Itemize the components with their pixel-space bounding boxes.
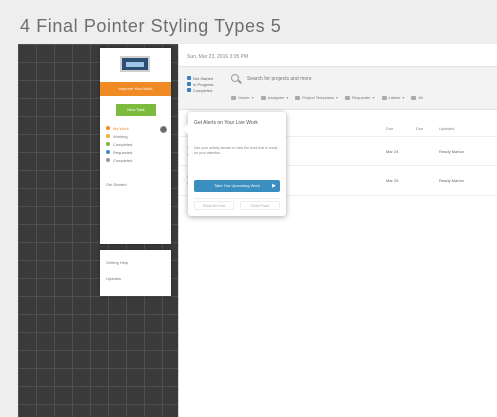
close-panel-button[interactable]: Close Panel — [240, 201, 280, 210]
sidebar-item-requested[interactable]: Requested — [106, 148, 132, 156]
status-list: My Work Working Completed Requested Comp… — [106, 124, 132, 164]
sidebar-item-my-work[interactable]: My Work — [106, 124, 132, 132]
slide-title: 4 Final Pointer Styling Types 5 — [20, 16, 282, 36]
popover-primary-button[interactable]: Take Our Upcoming Work ▶ — [194, 180, 280, 192]
app-window: Sun, Mar 23, 2016 3:05 PM Not Started In… — [178, 44, 497, 417]
sidebar-item-working[interactable]: Working — [106, 132, 132, 140]
popover-description: Use your activity stream to view the wor… — [194, 146, 278, 155]
pointer-popover: Get Alerts on Your Live Work Use your ac… — [183, 112, 286, 216]
sidebar-banner[interactable]: Improve Your Work — [100, 82, 171, 96]
checkbox-completed[interactable]: Completed — [187, 87, 213, 93]
search-input[interactable] — [247, 74, 407, 83]
filter-bar: Not Started In Progress Completed Owner▾… — [179, 66, 497, 110]
updates-link[interactable]: Updates — [106, 276, 121, 281]
screenshot-stage: Sun, Mar 23, 2016 3:05 PM Not Started In… — [18, 44, 497, 417]
getting-help-link[interactable]: Getting Help — [106, 260, 128, 265]
filter-requester[interactable]: Requester ▾ — [345, 95, 375, 100]
filter-owner[interactable]: Owner ▾ — [231, 95, 254, 100]
arrow-right-icon: ▶ — [272, 183, 276, 189]
filter-assignee[interactable]: Assignee ▾ — [260, 95, 288, 100]
get-started-link[interactable]: Get Started — [106, 182, 126, 187]
filter-all[interactable]: All — [411, 95, 423, 100]
filter-labels[interactable]: Labels ▾ — [381, 95, 404, 100]
pointer-target-icon[interactable] — [160, 126, 167, 133]
filter-toolbar: Owner ▾ Assignee ▾ Project Templates ▾ Requ… — [231, 95, 423, 100]
filter-project-templates[interactable]: Project Templates ▾ — [295, 95, 338, 100]
popover-divider — [194, 198, 280, 199]
sidebar-item-completed-2[interactable]: Completed — [106, 156, 132, 164]
search-icon[interactable] — [231, 74, 239, 82]
sidebar-item-completed[interactable]: Completed — [106, 140, 132, 148]
date-label: Sun, Mar 23, 2016 3:05 PM — [187, 54, 249, 60]
status-checkboxes: Not Started In Progress Completed — [187, 75, 213, 93]
popover-title: Get Alerts on Your Live Work — [194, 120, 258, 126]
show-me-how-button[interactable]: Show Me How — [194, 201, 234, 210]
sidebar-panel: Improve Your Work New Task My Work Worki… — [100, 48, 171, 244]
secondary-panel: Getting Help Updates — [100, 250, 171, 296]
new-task-button[interactable]: New Task — [116, 104, 156, 116]
company-logo — [120, 56, 150, 72]
